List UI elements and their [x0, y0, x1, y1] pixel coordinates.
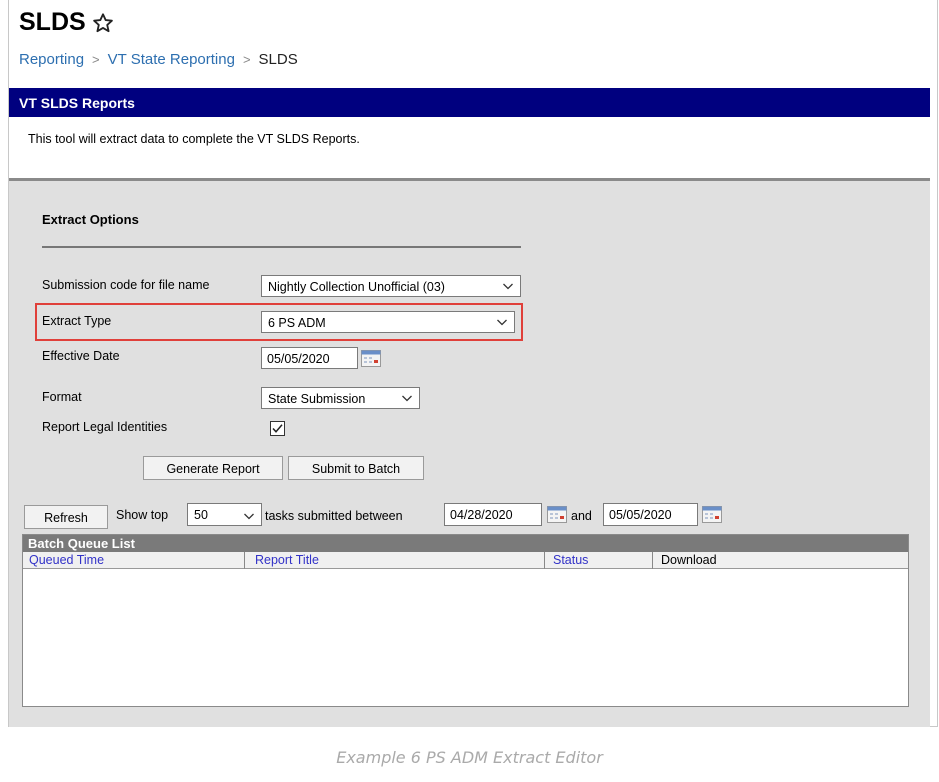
end-date-input[interactable]: 05/05/2020 [603, 503, 698, 526]
column-download: Download [661, 553, 717, 567]
batch-queue-title: Batch Queue List [23, 535, 908, 552]
batch-queue-list: Batch Queue List Queued Time Report Titl… [22, 534, 909, 707]
effective-date-label: Effective Date [42, 349, 120, 363]
chevron-down-icon [401, 392, 413, 407]
generate-report-button[interactable]: Generate Report [143, 456, 283, 480]
checkmark-icon [272, 424, 283, 433]
start-date-input[interactable]: 04/28/2020 [444, 503, 542, 526]
submission-code-select[interactable]: Nightly Collection Unofficial (03) [261, 275, 521, 297]
figure-caption: Example 6 PS ADM Extract Editor [336, 748, 603, 767]
column-divider [544, 552, 545, 569]
column-status[interactable]: Status [553, 553, 588, 567]
and-label: and [571, 509, 592, 523]
breadcrumb-current: SLDS [258, 51, 298, 68]
show-top-label: Show top [116, 508, 169, 522]
breadcrumb: Reporting > VT State Reporting > SLDS [19, 51, 298, 68]
column-queued-time[interactable]: Queued Time [29, 553, 104, 567]
panel-header: VT SLDS Reports [9, 88, 930, 117]
chevron-right-icon: > [242, 52, 251, 67]
chevron-down-icon [496, 316, 508, 331]
page-title: SLDS [19, 8, 114, 37]
show-top-select[interactable]: 50 [187, 503, 262, 526]
format-label: Format [42, 390, 82, 404]
extract-options-heading: Extract Options [42, 212, 139, 227]
extract-type-label: Extract Type [42, 314, 112, 328]
page-title-text: SLDS [19, 8, 86, 36]
breadcrumb-vt-state-reporting[interactable]: VT State Reporting [108, 51, 235, 68]
chevron-down-icon [502, 280, 514, 295]
star-icon[interactable] [92, 12, 114, 34]
submit-to-batch-button[interactable]: Submit to Batch [288, 456, 424, 480]
legal-identities-label: Report Legal Identities [42, 420, 168, 434]
calendar-icon[interactable] [702, 506, 722, 523]
submission-code-label: Submission code for file name [42, 278, 210, 292]
show-top-value: 50 [194, 508, 208, 522]
format-value: State Submission [268, 392, 366, 406]
chevron-right-icon: > [92, 52, 100, 67]
extract-type-value: 6 PS ADM [268, 316, 326, 330]
submission-code-value: Nightly Collection Unofficial (03) [268, 280, 445, 294]
legal-identities-checkbox[interactable] [270, 421, 285, 436]
extract-type-select[interactable]: 6 PS ADM [261, 311, 515, 333]
breadcrumb-reporting[interactable]: Reporting [19, 51, 84, 68]
batch-queue-header: Queued Time Report Title Status Download [23, 552, 908, 569]
chevron-down-icon [243, 510, 255, 525]
column-report-title[interactable]: Report Title [255, 553, 319, 567]
calendar-icon[interactable] [547, 506, 567, 523]
column-divider [244, 552, 245, 569]
refresh-button[interactable]: Refresh [24, 505, 108, 529]
format-select[interactable]: State Submission [261, 387, 420, 409]
panel-description: This tool will extract data to complete … [9, 117, 930, 177]
effective-date-input[interactable]: 05/05/2020 [261, 347, 358, 369]
calendar-icon[interactable] [361, 350, 381, 367]
tasks-submitted-label: tasks submitted between [265, 509, 403, 523]
column-divider [652, 552, 653, 569]
divider [42, 246, 521, 248]
